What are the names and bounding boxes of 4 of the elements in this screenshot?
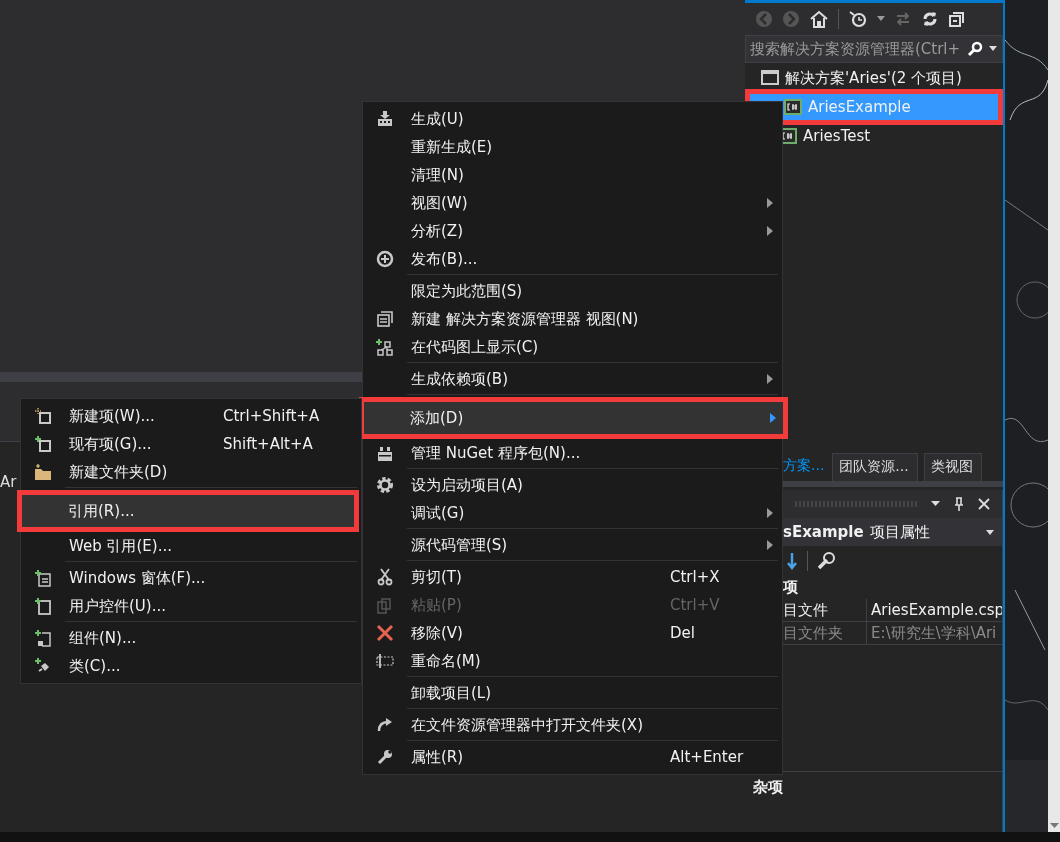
description-title: 杂项 xyxy=(752,777,784,798)
panel-text: Ar xyxy=(0,473,17,491)
category-label: 项 xyxy=(782,577,799,598)
property-value: E:\研究生\学科\Ari xyxy=(867,622,1002,645)
